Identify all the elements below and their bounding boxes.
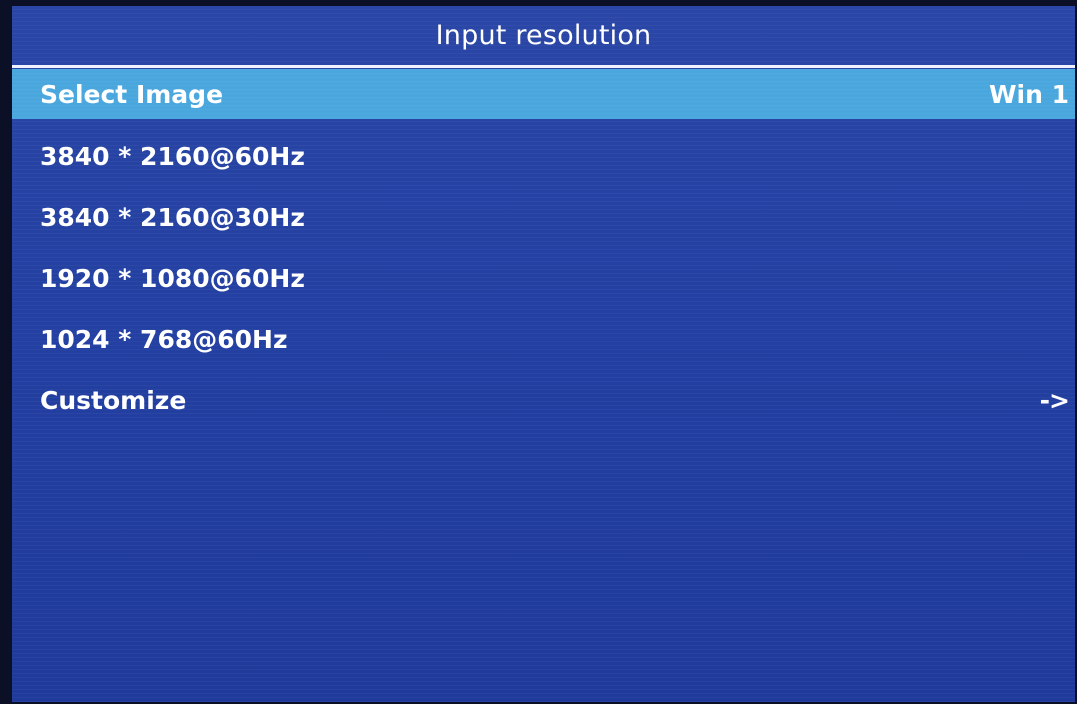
customize-label: Customize xyxy=(40,385,187,415)
resolution-item-3840x2160-30[interactable]: 3840 * 2160@30Hz xyxy=(12,188,1075,246)
resolution-label: 3840 * 2160@60Hz xyxy=(40,141,305,171)
title-divider xyxy=(12,65,1075,68)
osd-screen: Input resolution Select Image Win 1 3840… xyxy=(12,6,1075,702)
resolution-menu: Select Image Win 1 3840 * 2160@60Hz 3840… xyxy=(12,69,1075,432)
resolution-label: 1920 * 1080@60Hz xyxy=(40,263,305,293)
resolution-label: 1024 * 768@60Hz xyxy=(40,324,288,354)
select-image-value: Win 1 xyxy=(988,79,1069,109)
resolution-item-3840x2160-60[interactable]: 3840 * 2160@60Hz xyxy=(12,127,1075,185)
arrow-right-icon: -> xyxy=(1039,385,1070,415)
resolution-item-1024x768-60[interactable]: 1024 * 768@60Hz xyxy=(12,310,1075,368)
resolution-item-1920x1080-60[interactable]: 1920 * 1080@60Hz xyxy=(12,249,1075,307)
select-image-item[interactable]: Select Image Win 1 xyxy=(12,69,1075,119)
select-image-label: Select Image xyxy=(40,79,224,109)
customize-item[interactable]: Customize -> xyxy=(12,371,1075,429)
resolution-label: 3840 * 2160@30Hz xyxy=(40,202,305,232)
menu-title: Input resolution xyxy=(435,19,652,51)
